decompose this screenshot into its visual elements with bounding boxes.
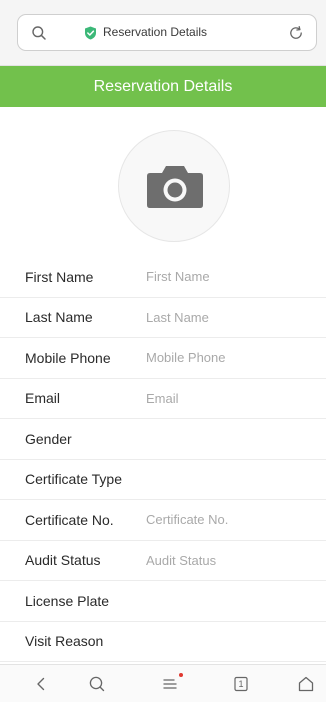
certificate-type-select[interactable] xyxy=(146,467,316,491)
home-icon[interactable] xyxy=(296,674,316,694)
form-row-certificate-type[interactable]: Certificate Type xyxy=(0,460,326,500)
form-row-certificate-no: Certificate No. xyxy=(0,500,326,541)
browser-bottom-nav: 1 xyxy=(0,664,326,702)
certificate-type-label: Certificate Type xyxy=(25,471,123,488)
form-row-audit-status: Audit Status xyxy=(0,541,326,581)
gender-select[interactable] xyxy=(146,427,316,451)
mobile-phone-input[interactable] xyxy=(146,345,306,370)
camera-icon xyxy=(147,166,203,208)
form-row-gender[interactable]: Gender xyxy=(0,419,326,460)
menu-button[interactable] xyxy=(160,673,183,694)
first-name-label: First Name xyxy=(25,268,94,285)
visit-reason-label: Visit Reason xyxy=(25,633,104,650)
last-name-label: Last Name xyxy=(25,309,93,326)
gender-label: Gender xyxy=(25,430,72,447)
form-row-first-name: First Name xyxy=(0,257,326,298)
menu-icon xyxy=(163,679,177,689)
photo-upload-button[interactable] xyxy=(118,130,230,242)
form-row-mobile-phone: Mobile Phone xyxy=(0,338,326,379)
notification-dot xyxy=(179,673,183,677)
certificate-no-input[interactable] xyxy=(146,507,306,532)
visit-reason-field[interactable] xyxy=(146,629,316,653)
form-row-email: Email xyxy=(0,379,326,419)
email-input[interactable] xyxy=(146,386,306,411)
reservation-form: First Name Last Name Mobile Phone Email … xyxy=(0,257,326,662)
email-label: Email xyxy=(25,390,61,407)
license-plate-label: License Plate xyxy=(25,592,110,609)
address-bar[interactable]: Reservation Details xyxy=(17,14,317,51)
photo-section xyxy=(0,107,326,257)
search-icon xyxy=(32,26,46,40)
form-row-license-plate[interactable]: License Plate xyxy=(0,581,326,622)
page-title: Reservation Details xyxy=(0,66,326,107)
tabs-button[interactable]: 1 xyxy=(231,674,251,694)
browser-toolbar: Reservation Details xyxy=(0,0,326,66)
license-plate-field[interactable] xyxy=(146,589,316,613)
reload-icon[interactable] xyxy=(288,25,304,41)
mobile-phone-label: Mobile Phone xyxy=(25,349,111,366)
chevron-left-icon[interactable] xyxy=(31,674,51,694)
audit-status-label: Audit Status xyxy=(25,552,101,569)
last-name-input[interactable] xyxy=(146,305,306,330)
address-bar-text: Reservation Details xyxy=(103,25,208,39)
search-icon[interactable] xyxy=(87,674,107,694)
form-row-visit-reason[interactable]: Visit Reason xyxy=(0,622,326,662)
audit-status-input[interactable] xyxy=(146,548,306,573)
certificate-no-label: Certificate No. xyxy=(25,511,114,528)
tab-count: 1 xyxy=(238,679,244,689)
shield-check-icon xyxy=(85,26,96,40)
form-row-last-name: Last Name xyxy=(0,298,326,338)
first-name-input[interactable] xyxy=(146,264,306,289)
